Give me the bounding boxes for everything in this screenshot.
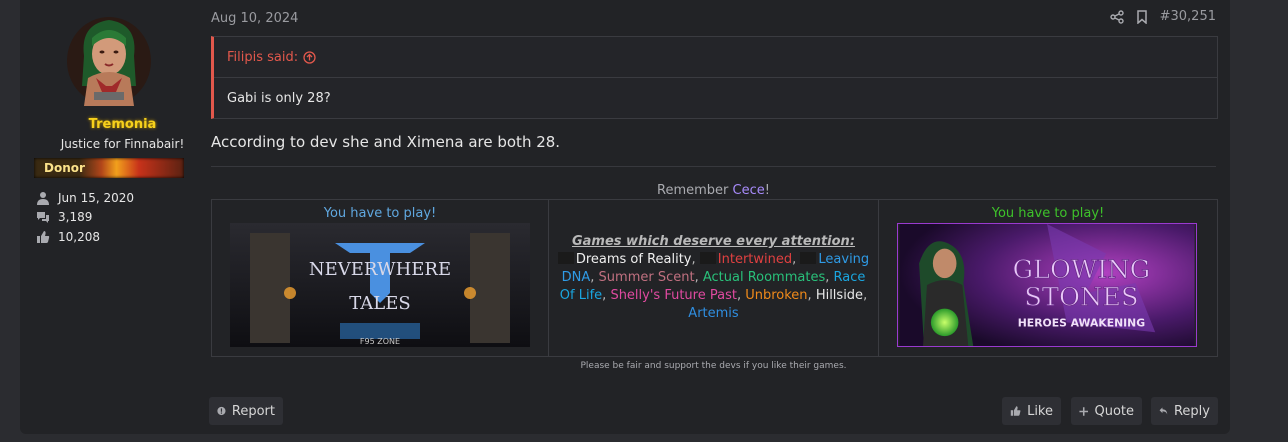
game-link[interactable]: Shelly's Future Past xyxy=(610,288,737,303)
reaction-count: 10,208 xyxy=(58,229,100,244)
user-icon xyxy=(37,191,49,205)
quote-text: Gabi is only 28? xyxy=(227,91,331,106)
game-link[interactable]: Unbroken xyxy=(745,288,807,303)
games-inline: Dreams of Reality, Intertwined, Leaving … xyxy=(557,252,869,321)
bookmark-icon[interactable] xyxy=(1136,9,1148,24)
glowing-title: GLOWING xyxy=(1013,255,1151,285)
tales-title: TALES xyxy=(349,293,410,314)
exclamation-circle-icon xyxy=(217,406,226,416)
reply-icon xyxy=(1159,407,1168,415)
glowing-stones-banner[interactable]: GLOWING STONES HEROES AWAKENING xyxy=(897,223,1197,347)
stones-title: STONES xyxy=(1024,283,1138,313)
quote-block: Filipis said: Gabi is only 28? xyxy=(211,36,1218,119)
f95-mini-icon xyxy=(800,252,817,264)
separator: , xyxy=(807,288,816,303)
games-list: Games which deserve every attention: Dre… xyxy=(555,233,872,323)
like-button[interactable]: Like xyxy=(1002,397,1061,425)
play-heading-right: You have to play! xyxy=(991,206,1105,221)
stat-joined: Jun 15, 2020 xyxy=(36,188,134,208)
play-heading-left: You have to play! xyxy=(323,206,437,221)
like-label: Like xyxy=(1027,403,1053,419)
signature-cell-middle: Games which deserve every attention: Dre… xyxy=(549,200,879,356)
donor-banner: Donor xyxy=(34,158,184,178)
signature-cell-right: You have to play! GLOWING STONES HEROES … xyxy=(879,200,1217,356)
game-link[interactable]: Intertwined xyxy=(718,252,792,267)
neverwhere-tales-banner[interactable]: NEVERWHERE TALES F95 ZONE xyxy=(230,223,530,347)
separator: , xyxy=(863,288,868,303)
thumbs-up-icon xyxy=(37,230,50,243)
signature-cell-left: You have to play! NEVERWHERE TALES F95 Z… xyxy=(212,200,549,356)
signature-table: You have to play! NEVERWHERE TALES F95 Z… xyxy=(211,199,1218,357)
reply-label: Reply xyxy=(1173,403,1210,419)
remember-prefix: Remember xyxy=(657,183,733,198)
avatar[interactable] xyxy=(66,16,152,106)
signature-remember: Remember Cece! xyxy=(211,183,1216,198)
username[interactable]: Tremonia xyxy=(20,117,225,132)
arrow-up-circle-icon[interactable] xyxy=(303,50,316,64)
game-link[interactable]: Actual Roommates xyxy=(703,270,825,285)
comments-icon xyxy=(37,212,49,224)
share-icon[interactable] xyxy=(1109,9,1124,24)
post-actions: #30,251 xyxy=(1109,9,1216,24)
neverwhere-title: NEVERWHERE xyxy=(309,259,451,280)
report-button[interactable]: Report xyxy=(209,397,283,425)
reply-button[interactable]: Reply xyxy=(1151,397,1218,425)
signature-footer-note: Please be fair and support the devs if y… xyxy=(580,361,847,371)
quote-author[interactable]: Filipis said: xyxy=(227,50,298,65)
quote-label: Quote xyxy=(1094,403,1134,419)
message-count: 3,189 xyxy=(58,210,93,225)
plus-icon xyxy=(1079,406,1089,416)
f95-mini-icon xyxy=(699,252,716,264)
signature-divider xyxy=(211,166,1216,167)
post-number[interactable]: #30,251 xyxy=(1160,9,1216,24)
thumbs-up-icon xyxy=(1010,406,1021,416)
game-link[interactable]: Summer Scent xyxy=(599,270,695,285)
user-stats: Jun 15, 2020 3,189 10,208 xyxy=(36,188,134,247)
stat-reactions: 10,208 xyxy=(36,227,134,247)
joined-date: Jun 15, 2020 xyxy=(58,190,135,205)
banner-label: Donor xyxy=(44,161,85,175)
separator: , xyxy=(825,270,834,285)
game-link[interactable]: Artemis xyxy=(688,306,738,321)
quote-button[interactable]: Quote xyxy=(1071,397,1142,425)
post-body: According to dev she and Ximena are both… xyxy=(211,133,561,151)
stat-messages: 3,189 xyxy=(36,208,134,228)
games-heading: Games which deserve every attention: xyxy=(571,234,856,249)
separator: , xyxy=(736,288,746,303)
separator: , xyxy=(691,252,700,267)
quote-header[interactable]: Filipis said: xyxy=(214,37,1217,78)
f95-mini-icon xyxy=(557,252,574,264)
user-info-column: Tremonia Justice for Finnabair! Donor Ju… xyxy=(20,0,208,434)
separator: , xyxy=(590,270,599,285)
game-link[interactable]: Dreams of Reality xyxy=(576,252,692,267)
remember-name[interactable]: Cece xyxy=(733,183,765,198)
forum-post: Tremonia Justice for Finnabair! Donor Ju… xyxy=(20,0,1230,434)
report-label: Report xyxy=(231,403,275,419)
heroes-awakening-subtitle: HEROES AWAKENING xyxy=(1018,316,1145,329)
user-title: Justice for Finnabair! xyxy=(60,137,185,151)
game-link[interactable]: Hillside xyxy=(816,288,863,303)
f95-zone-label: F95 ZONE xyxy=(360,337,400,346)
remember-suffix: ! xyxy=(764,183,770,198)
separator: , xyxy=(792,252,801,267)
separator: , xyxy=(694,270,703,285)
post-date[interactable]: Aug 10, 2024 xyxy=(211,11,298,26)
